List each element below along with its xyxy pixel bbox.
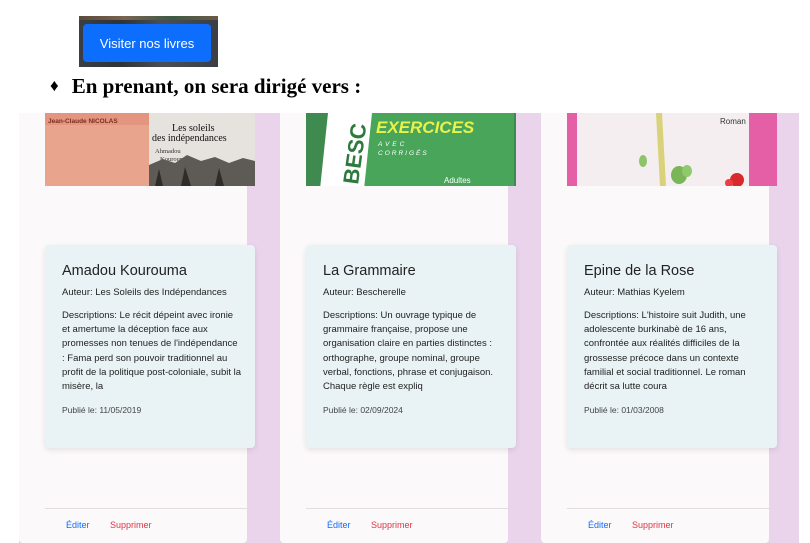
cover-badge: Adultes <box>444 176 471 185</box>
card-divider <box>306 508 508 509</box>
cover-title: EXERCICES <box>376 118 475 137</box>
edit-link[interactable]: Éditer <box>588 520 632 530</box>
button-backdrop-image: Visiter nos livres <box>79 16 218 67</box>
book-card: BESC EXERCICES AVEC CORRIGÉS Adultes La … <box>280 113 516 543</box>
book-info-panel: La Grammaire Auteur: Bescherelle Descrip… <box>306 245 516 448</box>
book-title: La Grammaire <box>323 263 416 279</box>
cover-author-band: Jean-Claude NICOLAS <box>48 118 118 125</box>
book-author: Auteur: Mathias Kyelem <box>584 287 685 298</box>
book-info-panel: Amadou Kourouma Auteur: Les Soleils des … <box>45 245 255 448</box>
cover-tag: Roman <box>720 117 746 126</box>
book-description: Descriptions: L'histoire suit Judith, un… <box>584 310 746 393</box>
publish-date: Publié le: 11/05/2019 <box>62 405 142 415</box>
cover-title-line2: des indépendances <box>152 133 227 144</box>
cover-subtitle-line2: CORRIGÉS <box>378 148 429 157</box>
edit-link[interactable]: Éditer <box>66 520 110 530</box>
backdrop-strip <box>79 16 218 20</box>
book-cover-image: BESC EXERCICES AVEC CORRIGÉS Adultes <box>306 113 516 186</box>
diamond-bullet-icon: ♦ <box>50 76 59 95</box>
cover-subtitle-line1: AVEC <box>377 141 407 148</box>
edit-link[interactable]: Éditer <box>327 520 371 530</box>
publish-date: Publié le: 01/03/2008 <box>584 405 664 415</box>
card-divider <box>567 508 769 509</box>
book-card: Jean-Claude NICOLAS Les soleils des indé… <box>19 113 255 543</box>
book-info-panel: Epine de la Rose Auteur: Mathias Kyelem … <box>567 245 777 448</box>
book-card: Roman Epine de la Rose Auteur: Mathias K… <box>541 113 777 543</box>
visit-books-button[interactable]: Visiter nos livres <box>83 24 211 62</box>
delete-link[interactable]: Supprimer <box>632 520 674 530</box>
book-cards-grid: Jean-Claude NICOLAS Les soleils des indé… <box>19 113 799 543</box>
book-title: Amadou Kourouma <box>62 263 187 279</box>
delete-link[interactable]: Supprimer <box>110 520 152 530</box>
section-heading: ♦ En prenant, on sera dirigé vers : <box>50 72 361 100</box>
publish-date: Publié le: 02/09/2024 <box>323 405 403 415</box>
card-actions: Éditer Supprimer <box>327 520 413 530</box>
book-title: Epine de la Rose <box>584 263 695 279</box>
book-cover-image: Jean-Claude NICOLAS Les soleils des indé… <box>45 113 255 186</box>
card-actions: Éditer Supprimer <box>588 520 674 530</box>
book-author: Auteur: Les Soleils des Indépendances <box>62 287 227 298</box>
book-author: Auteur: Bescherelle <box>323 287 406 298</box>
heading-text: En prenant, on sera dirigé vers : <box>71 73 362 98</box>
delete-link[interactable]: Supprimer <box>371 520 413 530</box>
book-description: Descriptions: Un ouvrage typique de gram… <box>323 310 494 393</box>
card-actions: Éditer Supprimer <box>66 520 152 530</box>
book-description: Descriptions: Le récit dépeint avec iron… <box>62 310 242 393</box>
book-cover-image: Roman <box>567 113 777 186</box>
cover-author-line1: Ahmadou <box>155 148 181 155</box>
card-divider <box>45 508 247 509</box>
